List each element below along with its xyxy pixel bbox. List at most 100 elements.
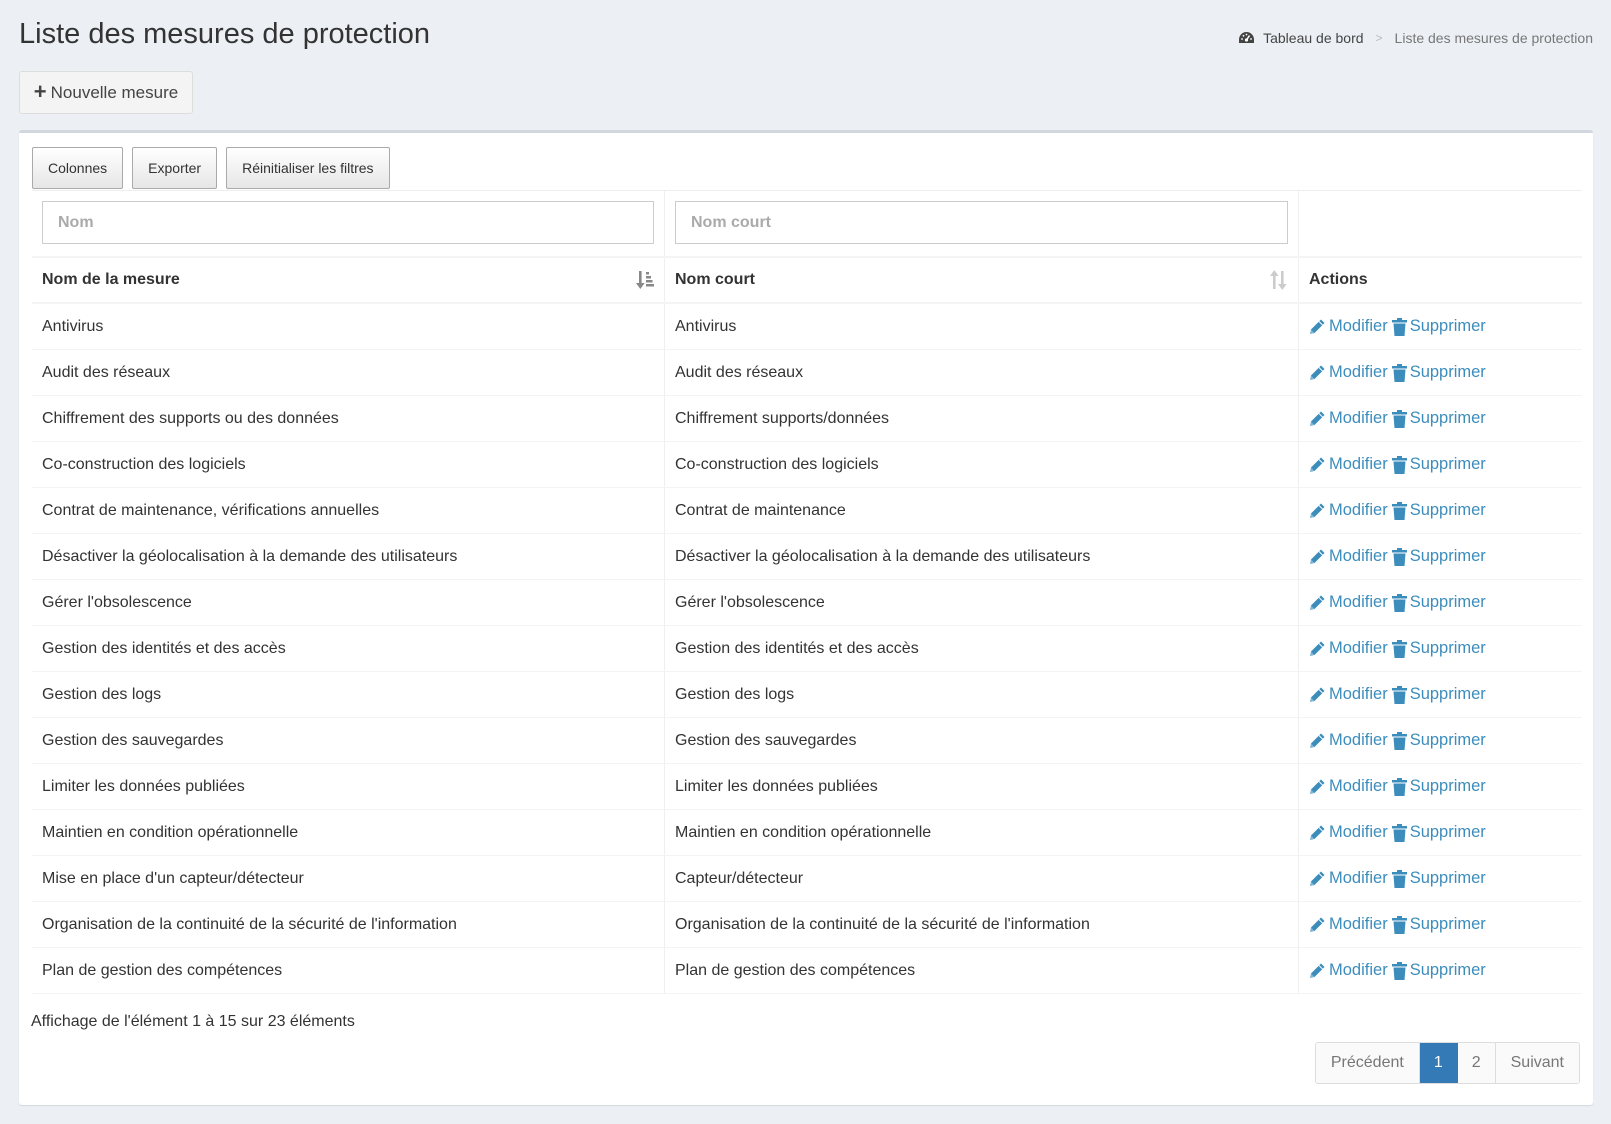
- short-name-filter-input[interactable]: [675, 201, 1288, 244]
- edit-label: Modifier: [1329, 455, 1388, 473]
- edit-link[interactable]: Modifier: [1309, 731, 1388, 750]
- edit-link[interactable]: Modifier: [1309, 823, 1388, 842]
- pencil-icon: [1310, 871, 1325, 886]
- delete-label: Supprimer: [1409, 685, 1486, 703]
- header-short-name[interactable]: Nom court: [665, 258, 1299, 302]
- edit-link[interactable]: Modifier: [1309, 639, 1388, 658]
- delete-label: Supprimer: [1409, 823, 1486, 841]
- table-row: Audit des réseaux Audit des réseaux Modifi…: [32, 350, 1582, 396]
- cell-actions: Modifier Supprimer: [1299, 626, 1582, 671]
- header-name-label: Nom de la mesure: [42, 271, 180, 288]
- delete-link[interactable]: Supprimer: [1391, 547, 1486, 566]
- delete-link[interactable]: Supprimer: [1391, 777, 1486, 796]
- filter-row: [32, 190, 1582, 256]
- cell-actions: Modifier Supprimer: [1299, 350, 1582, 395]
- table-header: Nom de la mesure Nom court Actions: [32, 256, 1582, 304]
- page-1-button[interactable]: 1: [1419, 1043, 1458, 1083]
- trash-icon: [1391, 731, 1407, 750]
- sort-both-icon: [1270, 270, 1287, 290]
- delete-link[interactable]: Supprimer: [1391, 317, 1486, 336]
- edit-link[interactable]: Modifier: [1309, 869, 1388, 888]
- export-button[interactable]: Exporter: [132, 147, 218, 189]
- cell-actions: Modifier Supprimer: [1299, 488, 1582, 533]
- delete-link[interactable]: Supprimer: [1391, 593, 1486, 612]
- breadcrumb-separator: >: [1375, 31, 1383, 45]
- trash-icon: [1391, 869, 1407, 888]
- delete-link[interactable]: Supprimer: [1391, 409, 1486, 428]
- previous-page-button[interactable]: Précédent: [1315, 1043, 1420, 1083]
- cell-measure-name: Gestion des identités et des accès: [32, 626, 665, 671]
- delete-label: Supprimer: [1409, 777, 1486, 795]
- cell-measure-name: Chiffrement des supports ou des données: [32, 396, 665, 441]
- cell-measure-name: Audit des réseaux: [32, 350, 665, 395]
- delete-link[interactable]: Supprimer: [1391, 823, 1486, 842]
- columns-button[interactable]: Colonnes: [32, 147, 124, 189]
- edit-label: Modifier: [1329, 639, 1388, 657]
- edit-label: Modifier: [1329, 731, 1388, 749]
- table-row: Limiter les données publiées Limiter les …: [32, 764, 1582, 810]
- delete-link[interactable]: Supprimer: [1391, 731, 1486, 750]
- edit-link[interactable]: Modifier: [1309, 777, 1388, 796]
- breadcrumb-home-link[interactable]: Tableau de bord: [1238, 30, 1364, 46]
- reset-filters-button[interactable]: Réinitialiser les filtres: [226, 147, 390, 189]
- pencil-icon: [1310, 641, 1325, 656]
- delete-link[interactable]: Supprimer: [1391, 501, 1486, 520]
- new-measure-label: Nouvelle mesure: [50, 82, 179, 102]
- edit-link[interactable]: Modifier: [1309, 455, 1388, 474]
- trash-icon: [1391, 455, 1407, 474]
- delete-link[interactable]: Supprimer: [1391, 685, 1486, 704]
- delete-link[interactable]: Supprimer: [1391, 639, 1486, 658]
- delete-label: Supprimer: [1409, 455, 1486, 473]
- delete-link[interactable]: Supprimer: [1391, 915, 1486, 934]
- edit-link[interactable]: Modifier: [1309, 363, 1388, 382]
- header-actions: Actions: [1299, 258, 1582, 302]
- delete-label: Supprimer: [1409, 915, 1486, 933]
- new-measure-button[interactable]: + Nouvelle mesure: [19, 71, 193, 114]
- delete-link[interactable]: Supprimer: [1391, 363, 1486, 382]
- cell-short-name: Gestion des sauvegardes: [665, 718, 1299, 763]
- delete-label: Supprimer: [1409, 961, 1486, 979]
- cell-measure-name: Mise en place d'un capteur/détecteur: [32, 856, 665, 901]
- cell-short-name: Co-construction des logiciels: [665, 442, 1299, 487]
- delete-label: Supprimer: [1409, 731, 1486, 749]
- edit-link[interactable]: Modifier: [1309, 593, 1388, 612]
- edit-label: Modifier: [1329, 501, 1388, 519]
- edit-link[interactable]: Modifier: [1309, 409, 1388, 428]
- table-row: Antivirus Antivirus Modifier Supprimer: [32, 304, 1582, 350]
- edit-link[interactable]: Modifier: [1309, 961, 1388, 980]
- cell-actions: Modifier Supprimer: [1299, 672, 1582, 717]
- cell-short-name: Antivirus: [665, 304, 1299, 349]
- delete-label: Supprimer: [1409, 547, 1486, 565]
- delete-link[interactable]: Supprimer: [1391, 961, 1486, 980]
- breadcrumb-home-label: Tableau de bord: [1263, 30, 1364, 46]
- breadcrumb-current: Liste des mesures de protection: [1394, 30, 1593, 46]
- edit-link[interactable]: Modifier: [1309, 547, 1388, 566]
- edit-link[interactable]: Modifier: [1309, 685, 1388, 704]
- delete-link[interactable]: Supprimer: [1391, 455, 1486, 474]
- edit-link[interactable]: Modifier: [1309, 501, 1388, 520]
- plus-icon: +: [33, 78, 47, 104]
- name-filter-input[interactable]: [42, 201, 654, 244]
- edit-label: Modifier: [1329, 409, 1388, 427]
- trash-icon: [1391, 317, 1407, 336]
- edit-label: Modifier: [1329, 915, 1388, 933]
- cell-actions: Modifier Supprimer: [1299, 534, 1582, 579]
- edit-label: Modifier: [1329, 823, 1388, 841]
- page-2-button[interactable]: 2: [1457, 1043, 1496, 1083]
- delete-link[interactable]: Supprimer: [1391, 869, 1486, 888]
- table-row: Chiffrement des supports ou des données C…: [32, 396, 1582, 442]
- delete-label: Supprimer: [1409, 593, 1486, 611]
- next-page-button[interactable]: Suivant: [1495, 1043, 1579, 1083]
- edit-link[interactable]: Modifier: [1309, 317, 1388, 336]
- cell-actions: Modifier Supprimer: [1299, 810, 1582, 855]
- edit-link[interactable]: Modifier: [1309, 915, 1388, 934]
- cell-short-name: Organisation de la continuité de la sécu…: [665, 902, 1299, 947]
- pencil-icon: [1310, 319, 1325, 334]
- header-name[interactable]: Nom de la mesure: [32, 258, 665, 302]
- trash-icon: [1391, 685, 1407, 704]
- sort-ascending-icon: [636, 271, 654, 289]
- cell-actions: Modifier Supprimer: [1299, 304, 1582, 349]
- filter-cell-empty: [1299, 191, 1582, 256]
- cell-actions: Modifier Supprimer: [1299, 718, 1582, 763]
- cell-measure-name: Co-construction des logiciels: [32, 442, 665, 487]
